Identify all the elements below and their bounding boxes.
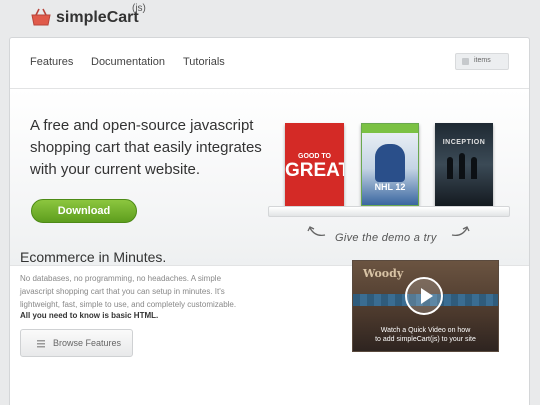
- book-top-text: GOOD TO: [298, 153, 331, 160]
- nav-documentation[interactable]: Documentation: [91, 56, 165, 68]
- movie-title: INCEPTION: [442, 139, 486, 146]
- cart-widget[interactable]: items: [455, 53, 509, 70]
- top-nav: Features Documentation Tutorials items: [10, 38, 529, 89]
- download-button[interactable]: Download: [31, 199, 137, 223]
- product-shelf: [268, 206, 510, 217]
- section-body: No databases, no programming, no headach…: [20, 274, 237, 309]
- section-title: Ecommerce in Minutes.: [20, 249, 167, 265]
- play-icon[interactable]: [405, 277, 443, 315]
- product-game[interactable]: NHL 12: [361, 123, 419, 206]
- product-book[interactable]: GOOD TO GREAT: [285, 123, 344, 206]
- video-caption-line2: to add simpleCart(js) to your site: [375, 336, 476, 343]
- curved-arrow-right-icon: [451, 226, 470, 236]
- movie-figure: [471, 157, 477, 179]
- video-thumbnail[interactable]: Woody Watch a Quick Video on how to add …: [352, 260, 499, 352]
- video-caption-line1: Watch a Quick Video on how: [380, 327, 471, 334]
- top-bar: simpleCart (js): [0, 0, 540, 36]
- hero: A free and open-source javascript shoppi…: [10, 89, 529, 266]
- movie-figure: [459, 153, 465, 179]
- curved-arrow-left-icon: [307, 226, 326, 236]
- hero-headline: A free and open-source javascript shoppi…: [30, 117, 262, 178]
- movie-figure: [447, 157, 453, 179]
- product-movie[interactable]: INCEPTION: [435, 123, 493, 206]
- browse-features-button[interactable]: Browse Features: [20, 329, 133, 357]
- play-triangle-icon: [421, 288, 433, 304]
- video-sign-text: Woody: [363, 267, 404, 280]
- book-title: GREAT: [285, 160, 344, 181]
- list-icon: [37, 340, 45, 348]
- cart-icon: [462, 58, 469, 65]
- basket-logo-icon: [31, 8, 51, 26]
- brand-suffix: (js): [132, 3, 146, 14]
- section-bold-note: All you need to know is basic HTML.: [20, 311, 159, 320]
- demo-label[interactable]: Give the demo a try: [335, 232, 437, 244]
- game-title: NHL 12: [374, 182, 406, 192]
- nav-features[interactable]: Features: [30, 56, 73, 68]
- cart-label: items: [474, 57, 491, 64]
- brand-name[interactable]: simpleCart: [56, 9, 139, 27]
- nav-tutorials[interactable]: Tutorials: [183, 56, 225, 68]
- game-band: [362, 124, 418, 133]
- browse-features-label: Browse Features: [53, 338, 122, 348]
- game-player-art: [375, 144, 405, 182]
